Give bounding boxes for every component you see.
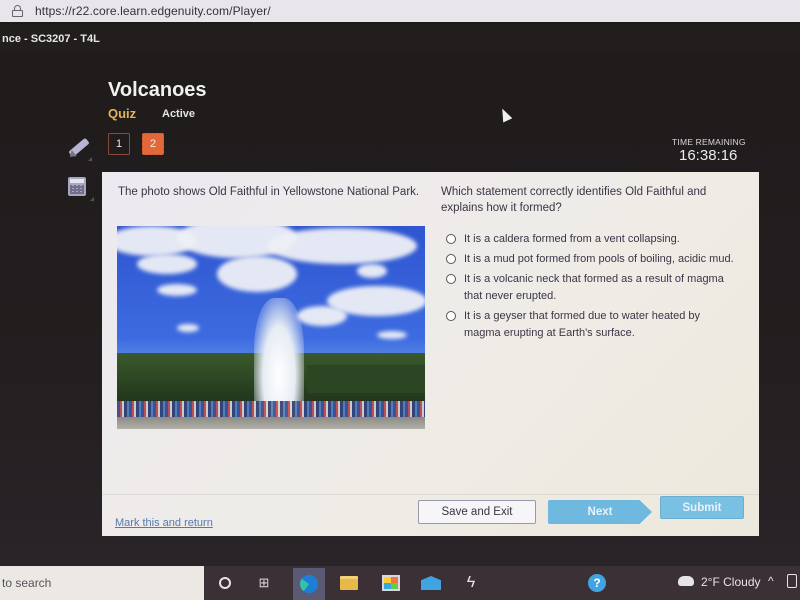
lesson-status: Active — [162, 108, 196, 120]
boardwalk — [117, 417, 425, 429]
taskbar-search[interactable]: to search — [0, 566, 204, 600]
task-view-icon[interactable]: ⊞ — [253, 572, 275, 594]
choice-text: It is a mud pot formed from pools of boi… — [464, 253, 734, 265]
question-prompt: The photo shows Old Faithful in Yellowst… — [118, 186, 420, 198]
radio-button[interactable] — [446, 274, 456, 284]
course-title: nce - SC3207 - T4L — [2, 33, 100, 45]
url-text[interactable]: https://r22.core.learn.edgenuity.com/Pla… — [35, 4, 271, 18]
screen: https://r22.core.learn.edgenuity.com/Pla… — [0, 0, 800, 600]
address-bar[interactable]: https://r22.core.learn.edgenuity.com/Pla… — [0, 0, 800, 22]
taskbar: to search ⊞ ϟ ? 2°F Cloudy ^ — [0, 566, 800, 600]
course-bar: nce - SC3207 - T4L — [0, 24, 800, 54]
pencil-icon[interactable] — [66, 135, 92, 161]
radio-button[interactable] — [446, 234, 456, 244]
mail-icon[interactable] — [420, 572, 442, 594]
radio-button[interactable] — [446, 254, 456, 264]
store-icon[interactable] — [380, 572, 402, 594]
tray-chevron-icon[interactable]: ^ — [768, 574, 774, 588]
answer-choice[interactable]: It is a geyser that formed due to water … — [446, 308, 746, 342]
answer-choice[interactable]: It is a volcanic neck that formed as a r… — [446, 271, 746, 305]
bolt-app-icon[interactable]: ϟ — [460, 572, 482, 594]
weather-text[interactable]: 2°F Cloudy — [701, 575, 761, 589]
choice-text: It is a caldera formed from a vent colla… — [464, 233, 680, 245]
question-text: Which statement correctly identifies Old… — [441, 186, 707, 214]
lock-icon — [12, 5, 23, 17]
question-nav-1[interactable]: 1 — [108, 133, 130, 155]
calculator-icon[interactable] — [66, 175, 94, 201]
lesson-title: Volcanoes — [108, 79, 207, 101]
next-button[interactable]: Next — [548, 500, 652, 524]
radio-button[interactable] — [446, 311, 456, 321]
crowd — [117, 401, 425, 417]
submit-button[interactable]: Submit — [660, 496, 744, 519]
answer-choices: It is a caldera formed from a vent colla… — [446, 231, 746, 345]
question-nav-2[interactable]: 2 — [142, 133, 164, 155]
file-explorer-icon[interactable] — [338, 572, 360, 594]
search-placeholder: to search — [2, 576, 52, 590]
tray-device-icon[interactable] — [787, 574, 797, 588]
answer-choice[interactable]: It is a caldera formed from a vent colla… — [446, 231, 746, 248]
cloud-icon — [678, 576, 694, 586]
timer-value: 16:38:16 — [679, 147, 738, 164]
save-and-exit-button[interactable]: Save and Exit — [418, 500, 536, 524]
question-panel: The photo shows Old Faithful in Yellowst… — [102, 172, 759, 536]
answer-choice[interactable]: It is a mud pot formed from pools of boi… — [446, 251, 746, 268]
mark-and-return-link[interactable]: Mark this and return — [115, 517, 213, 529]
edge-icon[interactable] — [293, 568, 325, 600]
choice-text: It is a geyser that formed due to water … — [464, 310, 701, 339]
help-icon[interactable]: ? — [586, 572, 608, 594]
lesson-type: Quiz — [108, 106, 137, 121]
footer-divider — [102, 494, 759, 495]
choice-text: It is a volcanic neck that formed as a r… — [464, 273, 724, 302]
mouse-cursor-icon — [497, 106, 513, 123]
timer-label: TIME REMAINING — [672, 137, 746, 147]
old-faithful-photo — [117, 226, 425, 429]
cortana-icon[interactable] — [214, 572, 236, 594]
